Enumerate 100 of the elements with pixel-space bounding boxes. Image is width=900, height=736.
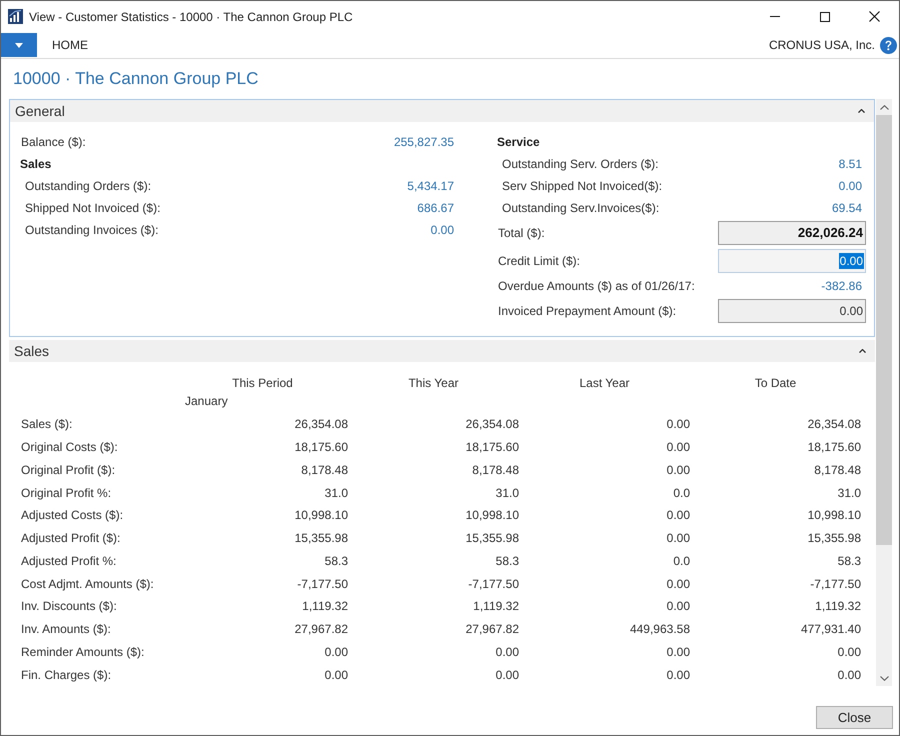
table-cell-text: 8,178.48 <box>472 462 519 479</box>
table-cell-text: 8,178.48 <box>814 462 861 479</box>
amount-link[interactable]: 5,434.17 <box>407 177 454 195</box>
row-label: Adjusted Profit %: <box>21 552 116 570</box>
table-cell-text: 1,119.32 <box>473 598 519 616</box>
table-cell-text: 31.0 <box>324 484 348 502</box>
ribbon-tab[interactable]: HOME <box>52 32 88 58</box>
table-cell-text: 10,998.10 <box>808 507 861 524</box>
row-label: Inv. Amounts ($): <box>21 621 111 638</box>
field-label: Overdue Amounts ($) as of 01/26/17: <box>498 278 695 295</box>
column-header: Last Year <box>579 375 630 392</box>
table-cell-text: 0.0 <box>673 552 690 570</box>
table-cell-text: 15,355.98 <box>294 530 348 548</box>
caret-down-icon <box>15 42 23 48</box>
field-label: Serv Shipped Not Invoiced($): <box>502 178 662 195</box>
row-label: Adjusted Costs ($): <box>21 507 124 524</box>
table-cell-text: 0.00 <box>496 666 519 684</box>
table-cell-text: 26,354.08 <box>808 416 861 434</box>
table-cell-text: 58.3 <box>324 552 348 570</box>
table-cell-text: 0.00 <box>496 644 519 661</box>
field-label: Credit Limit ($): <box>498 253 580 270</box>
field-label: Outstanding Orders ($): <box>25 178 152 195</box>
field-label: Total ($): <box>498 225 545 242</box>
amount-link[interactable]: 686.67 <box>417 199 454 217</box>
table-cell-text: 477,931.40 <box>800 621 861 638</box>
table-cell-text: 0.0 <box>673 484 690 502</box>
row-label: Original Profit %: <box>21 484 112 502</box>
window-title: View - Customer Statistics - 10000 · The Cannon Group PLC <box>29 8 353 26</box>
table-cell-text: 0.00 <box>666 416 690 434</box>
column-header: To Date <box>754 375 796 392</box>
minimize-icon <box>770 16 780 17</box>
table-cell-text: 18,175.60 <box>808 439 861 456</box>
row-label: Fin. Charges ($): <box>21 666 112 684</box>
table-cell-text: 10,998.10 <box>294 507 348 524</box>
group-heading: Sales <box>20 156 52 173</box>
table-cell-text: 0.00 <box>838 666 861 684</box>
row-label: Adjusted Profit ($): <box>21 530 120 548</box>
table-cell-text: -7,177.50 <box>468 576 519 593</box>
table-cell-text: 0.00 <box>324 644 348 661</box>
table-cell-text: 449,963.58 <box>630 621 690 638</box>
close-button[interactable]: Close <box>816 706 893 729</box>
section-header[interactable]: Sales <box>9 340 875 362</box>
chevron-up-icon[interactable] <box>880 104 888 110</box>
table-cell-text: 15,355.98 <box>808 530 861 548</box>
period-label: January <box>185 394 228 408</box>
table-cell-text: 1,119.32 <box>815 598 861 616</box>
table-cell-text: -7,177.50 <box>810 576 861 593</box>
row-label: Cost Adjmt. Amounts ($): <box>21 576 154 593</box>
row-label: Original Profit ($): <box>21 462 116 479</box>
table-cell-text: 0.00 <box>666 666 690 684</box>
column-header: This Period <box>232 375 293 392</box>
chevron-down-icon[interactable] <box>880 676 888 680</box>
bar-chart-icon <box>8 9 23 24</box>
maximize-icon <box>820 12 830 22</box>
amount-link[interactable]: 0.00 <box>430 221 454 239</box>
group-heading: Service <box>497 134 540 151</box>
table-cell-text: 10,998.10 <box>466 507 519 524</box>
amount-link[interactable]: 69.54 <box>832 199 866 217</box>
row-label: Original Costs ($): <box>21 439 118 456</box>
table-cell-text: 26,354.08 <box>466 416 519 434</box>
table-cell-text: 31.0 <box>496 484 519 502</box>
column-header: This Year <box>408 375 459 392</box>
section-header[interactable]: General <box>10 100 874 122</box>
scrollbar-thumb[interactable] <box>876 115 892 545</box>
amount-link[interactable]: 8.51 <box>838 155 866 173</box>
amount-link[interactable]: -382.86 <box>821 277 866 295</box>
table-cell-text: 27,967.82 <box>294 621 348 638</box>
field-label: Balance ($): <box>21 134 86 151</box>
field-label: Outstanding Invoices ($): <box>25 222 158 239</box>
table-cell-text: 15,355.98 <box>466 530 519 548</box>
table-cell-text: 26,354.08 <box>294 416 348 434</box>
field-label: Outstanding Serv. Orders ($): <box>502 156 659 173</box>
help-icon[interactable] <box>880 37 897 54</box>
row-label: Inv. Discounts ($): <box>21 598 117 616</box>
table-cell-text: 0.00 <box>666 530 690 548</box>
scrollbar[interactable] <box>876 99 892 686</box>
table-cell-text: 0.00 <box>666 576 690 593</box>
table-cell-text: 0.00 <box>666 439 690 456</box>
field-label: Shipped Not Invoiced ($): <box>25 200 160 217</box>
row-label: Reminder Amounts ($): <box>21 644 144 661</box>
table-cell-text: 58.3 <box>838 552 861 570</box>
page-title: 10000 · The Cannon Group PLC <box>13 68 258 90</box>
field-label: Invoiced Prepayment Amount ($): <box>498 303 676 320</box>
amount-link[interactable]: 255,827.35 <box>394 133 454 151</box>
table-cell-text: 0.00 <box>666 598 690 616</box>
table-cell-text: 27,967.82 <box>466 621 519 638</box>
close-icon <box>869 11 880 22</box>
amount-field[interactable]: 0.00 <box>718 299 866 323</box>
company-name: CRONUS USA, Inc. <box>768 37 875 54</box>
amount-link[interactable]: 0.00 <box>838 177 866 195</box>
table-cell-text: 31.0 <box>838 484 861 502</box>
amount-field[interactable]: 0.00 <box>718 249 866 273</box>
table-cell-text: 0.00 <box>838 644 861 661</box>
menu-button[interactable] <box>1 33 37 57</box>
table-cell-text: 0.00 <box>666 462 690 479</box>
row-label: Sales ($): <box>21 416 72 434</box>
table-cell-text: 0.00 <box>324 666 348 684</box>
table-cell-text: 8,178.48 <box>301 462 348 479</box>
amount-field[interactable]: 262,026.24 <box>718 221 866 245</box>
table-cell-text: 0.00 <box>666 644 690 661</box>
